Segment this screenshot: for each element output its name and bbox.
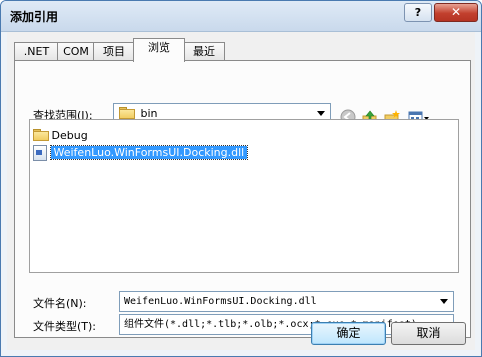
dll-file-icon	[33, 145, 47, 161]
folder-icon	[33, 129, 49, 141]
filename-input[interactable]: WeifenLuo.WinFormsUI.Docking.dll	[119, 291, 454, 312]
list-item[interactable]: Debug	[33, 128, 88, 144]
tab-recent[interactable]: 最近	[183, 42, 225, 61]
browse-panel: 查找范围(I): bin Debug WeifenLuo.WinFormsUI.…	[14, 60, 471, 338]
list-item[interactable]: WeifenLuo.WinFormsUI.Docking.dll	[33, 145, 249, 161]
file-list[interactable]: Debug WeifenLuo.WinFormsUI.Docking.dll	[29, 119, 459, 273]
close-button[interactable]: ✕	[434, 3, 478, 22]
filetype-label: 文件类型(T):	[33, 320, 97, 333]
cancel-button[interactable]: 取消	[391, 322, 466, 345]
filename-value: WeifenLuo.WinFormsUI.Docking.dll	[124, 296, 317, 307]
window-title: 添加引用	[10, 10, 59, 24]
add-reference-dialog: 添加引用 ? ✕ .NET COM 项目 浏览 最近 查找范围(I): bin	[0, 0, 482, 357]
file-name-selected: WeifenLuo.WinFormsUI.Docking.dll	[49, 145, 249, 160]
help-button[interactable]: ?	[404, 3, 432, 22]
tab-dotnet[interactable]: .NET	[14, 42, 59, 61]
title-bar: 添加引用 ? ✕	[1, 1, 481, 32]
folder-icon	[119, 107, 135, 119]
tab-browse[interactable]: 浏览	[133, 38, 185, 62]
chevron-down-icon	[440, 299, 448, 304]
file-name: Debug	[51, 129, 88, 142]
tab-com[interactable]: COM	[57, 42, 95, 61]
dialog-client-area: .NET COM 项目 浏览 最近 查找范围(I): bin Debug Wei…	[7, 32, 475, 350]
filename-label: 文件名(N):	[33, 297, 87, 310]
tab-project[interactable]: 项目	[93, 42, 135, 61]
ok-button[interactable]: 确定	[311, 322, 386, 345]
chevron-down-icon	[317, 111, 325, 116]
